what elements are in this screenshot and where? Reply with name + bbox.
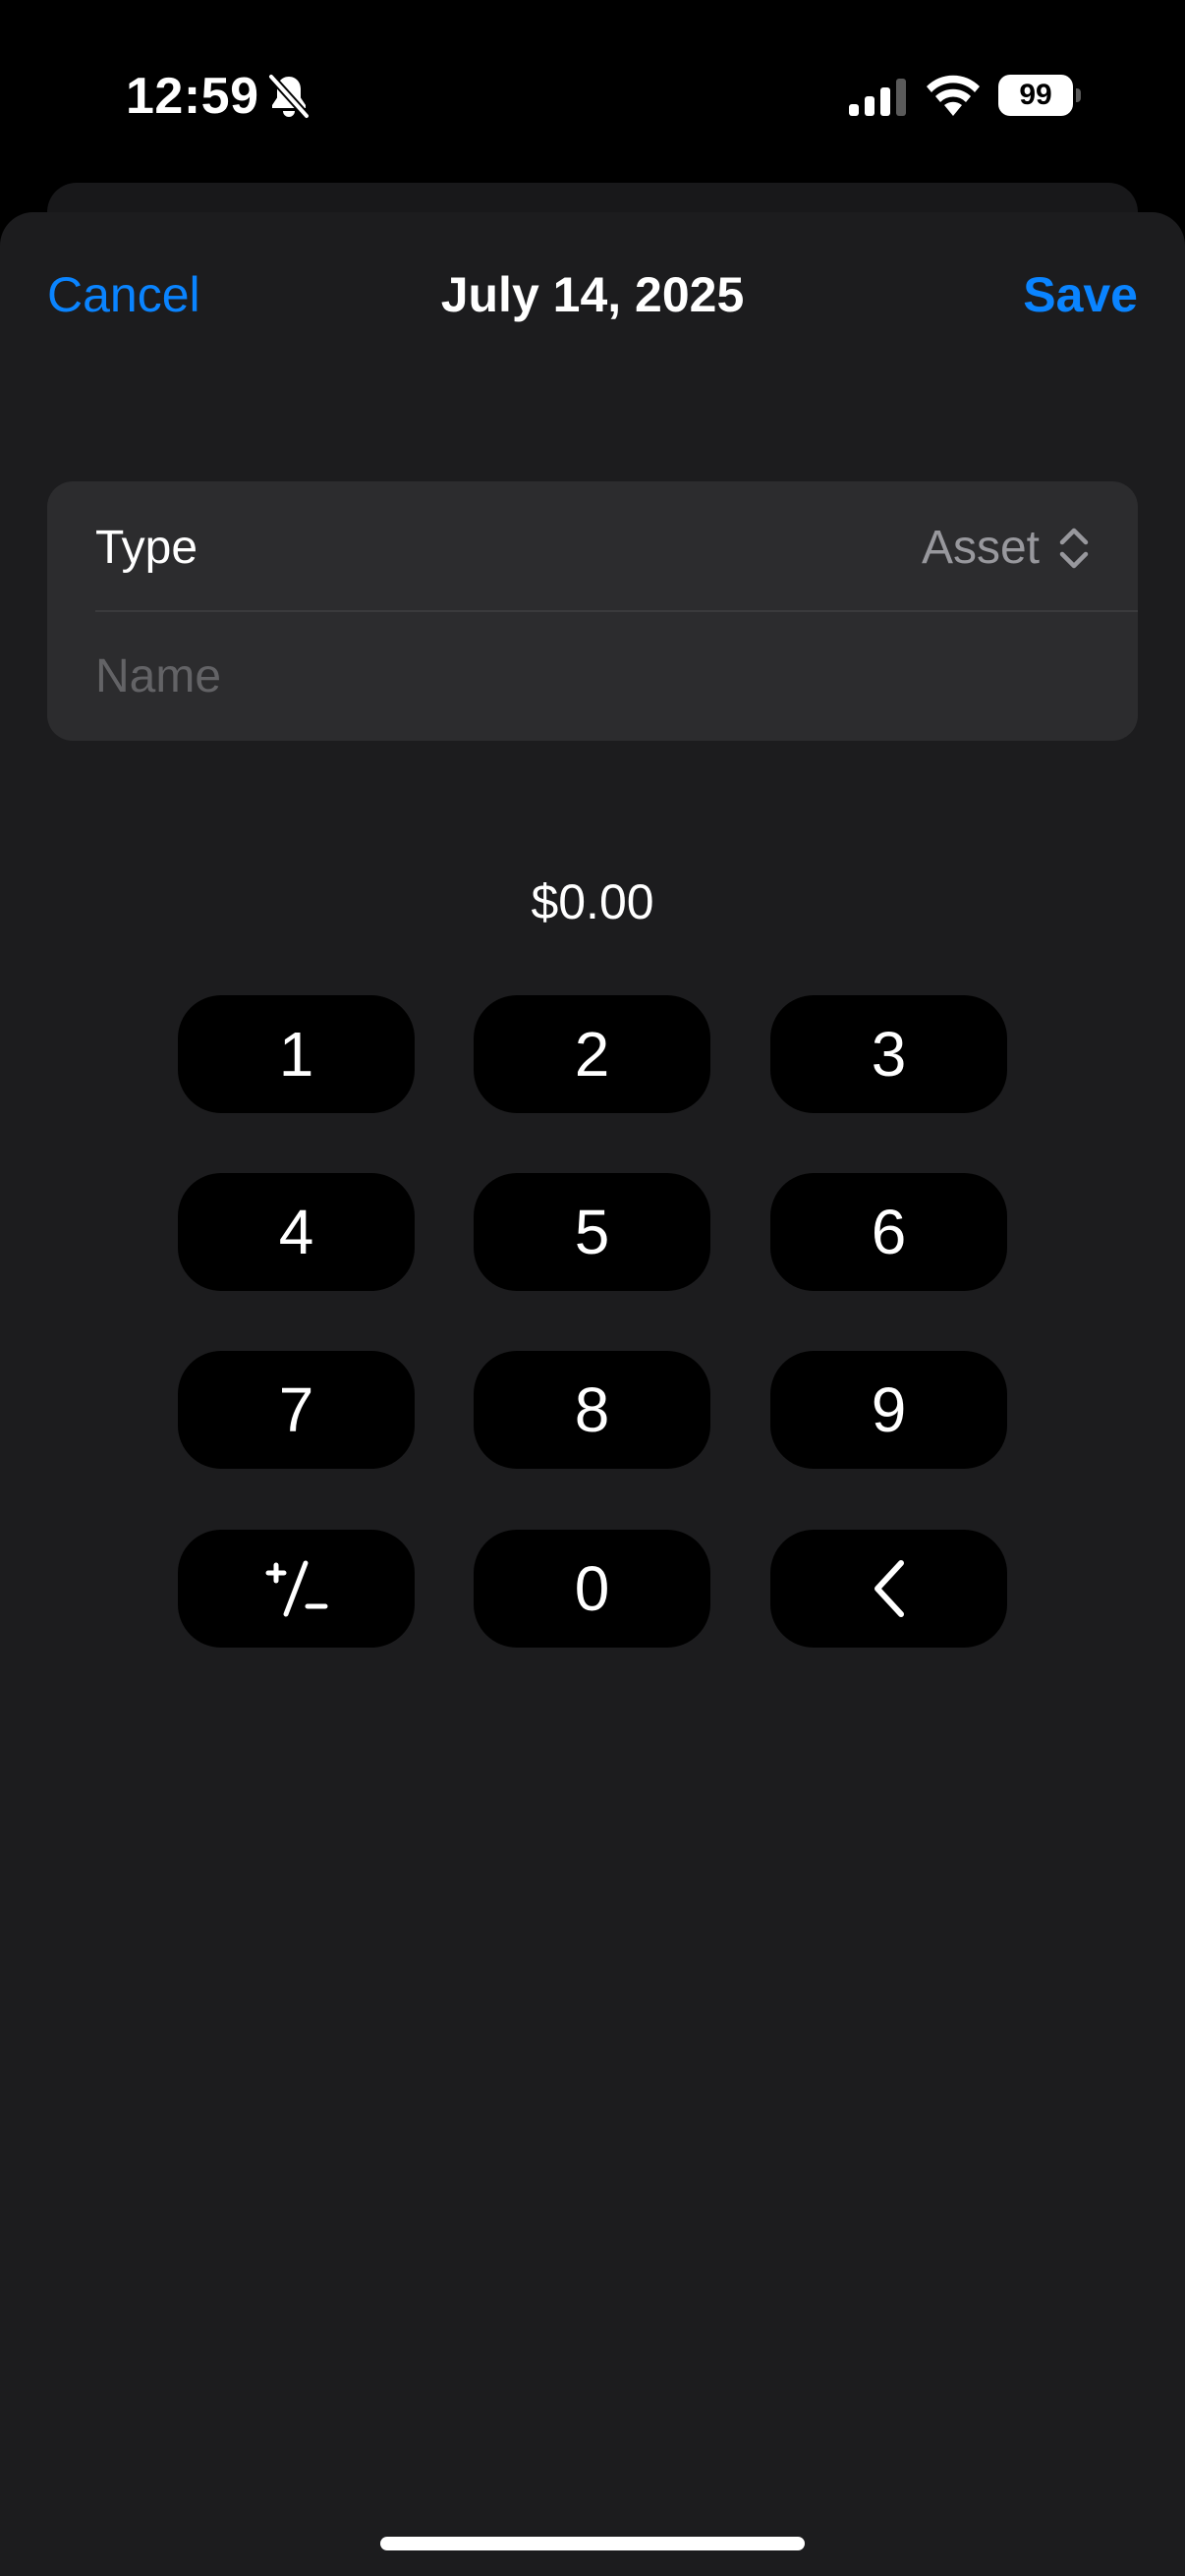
save-button[interactable]: Save xyxy=(1023,265,1138,324)
status-bar: 12:59 99 xyxy=(0,0,1185,187)
plus-minus-button[interactable] xyxy=(178,1530,415,1648)
chevron-left-icon xyxy=(874,1560,904,1617)
battery-icon: 99 xyxy=(998,75,1081,116)
name-row xyxy=(47,611,1138,741)
key-9[interactable]: 9 xyxy=(770,1351,1007,1469)
key-8[interactable]: 8 xyxy=(474,1351,710,1469)
home-indicator[interactable] xyxy=(380,2537,805,2550)
type-label: Type xyxy=(95,522,198,574)
key-1[interactable]: 1 xyxy=(178,995,415,1113)
backspace-button[interactable] xyxy=(770,1530,1007,1648)
key-6[interactable]: 6 xyxy=(770,1173,1007,1291)
key-3[interactable]: 3 xyxy=(770,995,1007,1113)
key-0[interactable]: 0 xyxy=(474,1530,710,1648)
type-value[interactable]: Asset xyxy=(922,521,1040,576)
wifi-icon xyxy=(927,75,980,116)
key-2[interactable]: 2 xyxy=(474,995,710,1113)
battery-level: 99 xyxy=(998,75,1073,116)
key-7[interactable]: 7 xyxy=(178,1351,415,1469)
status-time: 12:59 xyxy=(126,68,259,125)
cancel-button[interactable]: Cancel xyxy=(47,265,200,324)
battery-tip xyxy=(1076,88,1081,102)
chevron-up-down-icon xyxy=(1059,528,1089,569)
amount-display: $0.00 xyxy=(531,874,654,929)
number-keypad: 1 2 3 4 5 6 7 8 9 0 xyxy=(178,995,1007,1648)
key-4[interactable]: 4 xyxy=(178,1173,415,1291)
name-input[interactable] xyxy=(95,641,1078,711)
type-picker-row[interactable]: Type Asset xyxy=(47,481,1138,612)
key-5[interactable]: 5 xyxy=(474,1173,710,1291)
cellular-signal-icon xyxy=(849,79,906,116)
bell-slash-icon xyxy=(267,73,310,120)
plus-minus-icon xyxy=(265,1560,327,1617)
entry-form: Type Asset xyxy=(47,481,1138,741)
add-entry-sheet: Cancel July 14, 2025 Save Type Asset $0.… xyxy=(0,212,1185,2576)
